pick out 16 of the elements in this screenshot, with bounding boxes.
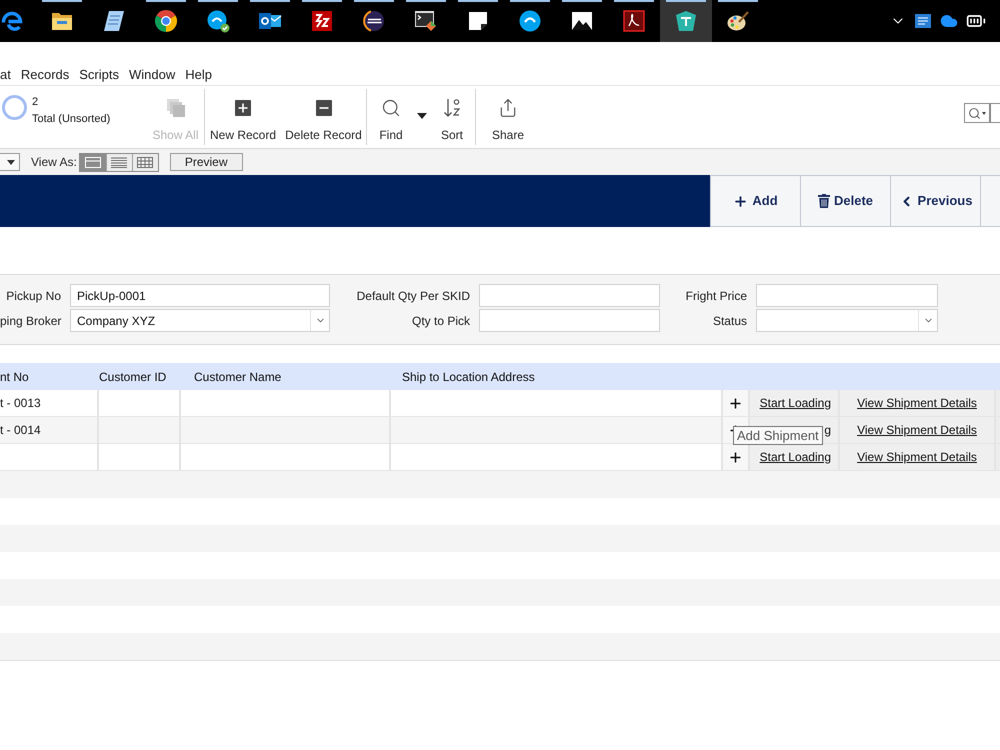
sort-status: Total (Unsorted) (32, 113, 110, 126)
record-count: 2 (32, 96, 40, 109)
view-as-label: View As: (31, 154, 77, 171)
field-label: Default Qty Per SKID (356, 288, 470, 304)
table-cell: t - 0013 (0, 390, 97, 416)
table-cell: t - 0014 (0, 417, 97, 443)
field-label: Status (712, 312, 747, 330)
column-header: nt No (0, 368, 30, 386)
column-header: Customer Name (193, 368, 282, 386)
field-label: Pickup No (5, 288, 61, 304)
field-label: Qty to Pick (410, 312, 470, 330)
field-label: ping Broker (0, 312, 61, 330)
tooltip: Add Shipment (733, 426, 823, 445)
column-header: Ship to Location Address (401, 368, 536, 386)
field-label: Fright Price (684, 288, 747, 304)
column-header: Customer ID (99, 368, 168, 386)
